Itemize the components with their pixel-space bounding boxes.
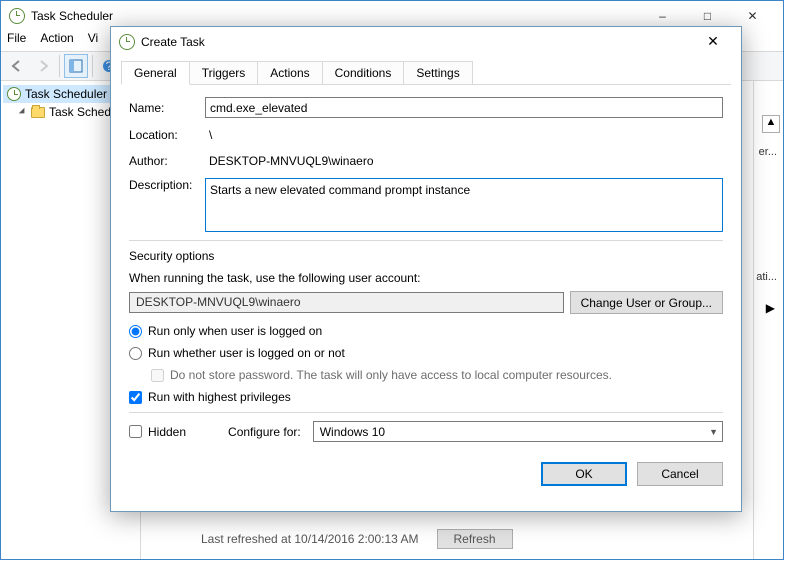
expand-arrow-icon[interactable]: ▶ bbox=[766, 301, 775, 315]
radio-whether-label: Run whether user is logged on or not bbox=[148, 346, 345, 360]
general-tab-body: Name: Location: \ Author: DESKTOP-MNVUQL… bbox=[111, 85, 741, 450]
actions-scroll-up[interactable]: ▲ bbox=[762, 115, 780, 133]
dialog-titlebar[interactable]: Create Task ✕ bbox=[111, 27, 741, 57]
create-task-dialog: Create Task ✕ General Triggers Actions C… bbox=[110, 26, 742, 512]
name-label: Name: bbox=[129, 101, 205, 115]
description-input[interactable] bbox=[205, 178, 723, 232]
tree-child-label: Task Sched bbox=[49, 105, 111, 119]
radio-whether[interactable] bbox=[129, 347, 142, 360]
dialog-icon bbox=[119, 34, 135, 50]
dialog-button-row: OK Cancel bbox=[111, 450, 741, 498]
folder-icon bbox=[31, 107, 45, 118]
tab-conditions[interactable]: Conditions bbox=[322, 61, 405, 84]
highest-privileges-label: Run with highest privileges bbox=[148, 390, 291, 404]
tab-general[interactable]: General bbox=[121, 61, 190, 85]
hidden-label: Hidden bbox=[148, 425, 186, 439]
configure-for-combo[interactable]: Windows 10 ▼ bbox=[313, 421, 723, 442]
hidden-row[interactable]: Hidden bbox=[129, 425, 186, 439]
no-store-password-label: Do not store password. The task will onl… bbox=[170, 368, 612, 382]
configure-for-label: Configure for: bbox=[228, 425, 301, 439]
truncated-ati[interactable]: ati... bbox=[756, 271, 777, 283]
tab-settings[interactable]: Settings bbox=[403, 61, 472, 84]
description-label: Description: bbox=[129, 178, 205, 192]
location-label: Location: bbox=[129, 128, 205, 142]
menu-view[interactable]: Vi bbox=[88, 31, 98, 51]
user-account-box: DESKTOP-MNVUQL9\winaero bbox=[129, 292, 564, 313]
cancel-button[interactable]: Cancel bbox=[637, 462, 723, 486]
back-button[interactable] bbox=[5, 54, 29, 78]
author-label: Author: bbox=[129, 154, 205, 168]
when-running-label: When running the task, use the following… bbox=[129, 271, 723, 285]
status-row: Last refreshed at 10/14/2016 2:00:13 AM … bbox=[201, 529, 513, 549]
refresh-button[interactable]: Refresh bbox=[437, 529, 513, 549]
chevron-down-icon: ▼ bbox=[709, 427, 718, 437]
tab-triggers[interactable]: Triggers bbox=[189, 61, 259, 84]
location-value: \ bbox=[205, 126, 723, 144]
actions-pane: ▲ er... ati... ▶ bbox=[753, 81, 783, 559]
expand-icon[interactable] bbox=[19, 108, 27, 116]
change-user-button[interactable]: Change User or Group... bbox=[570, 291, 723, 314]
no-store-password-row: Do not store password. The task will onl… bbox=[151, 368, 723, 382]
radio-whether-row[interactable]: Run whether user is logged on or not bbox=[129, 346, 723, 360]
dialog-title: Create Task bbox=[141, 35, 693, 49]
forward-button[interactable] bbox=[31, 54, 55, 78]
main-title: Task Scheduler bbox=[31, 9, 640, 23]
radio-logged-on[interactable] bbox=[129, 325, 142, 338]
no-store-password-checkbox bbox=[151, 369, 164, 382]
tree-root-label: Task Scheduler bbox=[25, 87, 107, 101]
dialog-close-button[interactable]: ✕ bbox=[693, 30, 733, 54]
menu-file[interactable]: File bbox=[7, 31, 26, 51]
menu-action[interactable]: Action bbox=[40, 31, 73, 51]
clock-icon bbox=[7, 87, 21, 101]
highest-privileges-row[interactable]: Run with highest privileges bbox=[129, 390, 723, 404]
radio-logged-on-row[interactable]: Run only when user is logged on bbox=[129, 324, 723, 338]
app-icon bbox=[9, 8, 25, 24]
name-input[interactable] bbox=[205, 97, 723, 118]
tab-strip: General Triggers Actions Conditions Sett… bbox=[121, 61, 731, 85]
hidden-checkbox[interactable] bbox=[129, 425, 142, 438]
ok-button[interactable]: OK bbox=[541, 462, 627, 486]
radio-logged-on-label: Run only when user is logged on bbox=[148, 324, 322, 338]
tab-actions[interactable]: Actions bbox=[257, 61, 322, 84]
highest-privileges-checkbox[interactable] bbox=[129, 391, 142, 404]
last-refreshed-text: Last refreshed at 10/14/2016 2:00:13 AM bbox=[201, 532, 419, 546]
show-hide-pane-button[interactable] bbox=[64, 54, 88, 78]
truncated-er[interactable]: er... bbox=[759, 146, 777, 158]
security-options-label: Security options bbox=[129, 249, 723, 263]
configure-for-value: Windows 10 bbox=[320, 425, 385, 439]
author-value: DESKTOP-MNVUQL9\winaero bbox=[205, 152, 723, 170]
